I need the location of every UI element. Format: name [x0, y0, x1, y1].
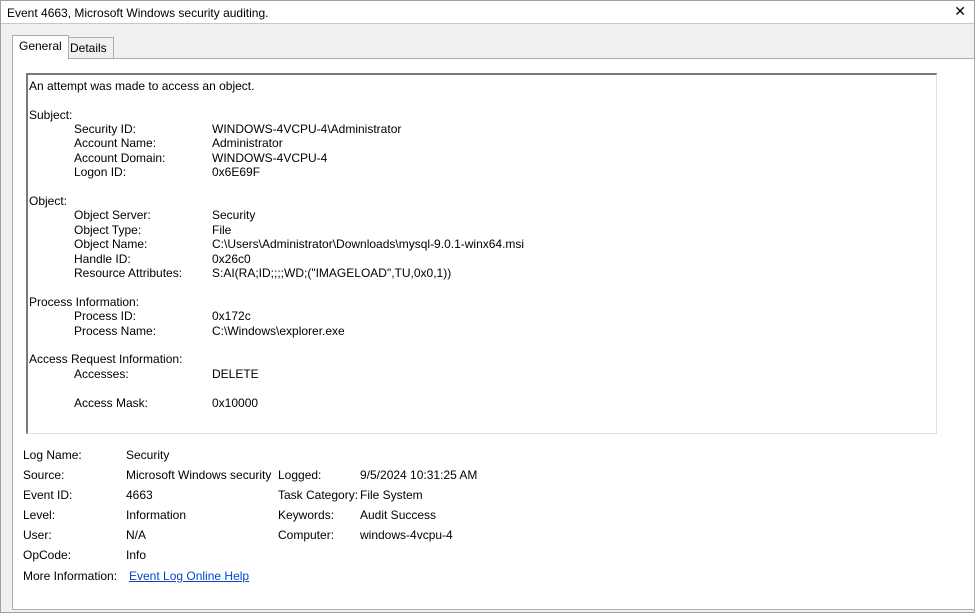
level-value: Information: [126, 508, 187, 522]
log-name-value: Security: [126, 448, 170, 462]
event-log-online-help-link[interactable]: Event Log Online Help: [129, 569, 249, 583]
field-value: S:AI(RA;ID;;;;WD;("IMAGELOAD",TU,0x0,1)): [212, 266, 452, 280]
field-label: Access Mask:: [74, 396, 149, 410]
subject-heading: Subject:: [29, 108, 73, 122]
source-value: Microsoft Windows security: [126, 468, 272, 482]
close-icon[interactable]: ✕: [954, 3, 966, 19]
logged-label: Logged:: [278, 468, 322, 482]
general-panel: An attempt was made to access an object.…: [12, 58, 975, 610]
tab-details[interactable]: Details: [63, 37, 114, 58]
field-label: Object Type:: [74, 223, 142, 237]
task-category-value: File System: [360, 488, 423, 502]
user-label: User:: [23, 528, 52, 542]
field-label: Account Name:: [74, 136, 157, 150]
description-intro: An attempt was made to access an object.: [29, 79, 255, 93]
field-label: Handle ID:: [74, 252, 131, 266]
field-label: Object Server:: [74, 208, 151, 222]
title-bar: Event 4663, Microsoft Windows security a…: [1, 1, 974, 24]
source-label: Source:: [23, 468, 65, 482]
logged-value: 9/5/2024 10:31:25 AM: [360, 468, 478, 482]
field-value: 0x26c0: [212, 252, 251, 266]
more-information-label: More Information:: [23, 569, 118, 583]
field-label: Process Name:: [74, 324, 157, 338]
computer-label: Computer:: [278, 528, 335, 542]
process-heading: Process Information:: [29, 295, 140, 309]
opcode-label: OpCode:: [23, 548, 72, 562]
field-label: Process ID:: [74, 309, 137, 323]
task-category-label: Task Category:: [278, 488, 359, 502]
field-value: 0x6E69F: [212, 165, 261, 179]
field-label: Account Domain:: [74, 151, 166, 165]
user-value: N/A: [126, 528, 147, 542]
keywords-label: Keywords:: [278, 508, 335, 522]
level-label: Level:: [23, 508, 56, 522]
keywords-value: Audit Success: [360, 508, 437, 522]
field-label: Accesses:: [74, 367, 129, 381]
log-name-label: Log Name:: [23, 448, 82, 462]
access-heading: Access Request Information:: [29, 352, 183, 366]
field-value: WINDOWS-4VCPU-4: [212, 151, 328, 165]
object-heading: Object:: [29, 194, 68, 208]
event-description-box[interactable]: An attempt was made to access an object.…: [26, 73, 937, 434]
field-value: 0x172c: [212, 309, 251, 323]
field-label: Security ID:: [74, 122, 137, 136]
field-value: C:\Windows\explorer.exe: [212, 324, 345, 338]
event-id-value: 4663: [126, 488, 153, 502]
field-value: Administrator: [212, 136, 283, 150]
event-properties-window: Event 4663, Microsoft Windows security a…: [0, 0, 975, 613]
opcode-value: Info: [126, 548, 147, 562]
field-value: File: [212, 223, 232, 237]
event-id-label: Event ID:: [23, 488, 73, 502]
field-label: Logon ID:: [74, 165, 127, 179]
field-value: Security: [212, 208, 256, 222]
field-label: Object Name:: [74, 237, 148, 251]
field-label: Resource Attributes:: [74, 266, 183, 280]
tab-general[interactable]: General: [12, 35, 69, 59]
field-value: WINDOWS-4VCPU-4\Administrator: [212, 122, 402, 136]
field-value: DELETE: [212, 367, 259, 381]
computer-value: windows-4vcpu-4: [360, 528, 453, 542]
field-value: 0x10000: [212, 396, 259, 410]
field-value: C:\Users\Administrator\Downloads\mysql-9…: [212, 237, 525, 251]
window-title: Event 4663, Microsoft Windows security a…: [7, 6, 269, 20]
